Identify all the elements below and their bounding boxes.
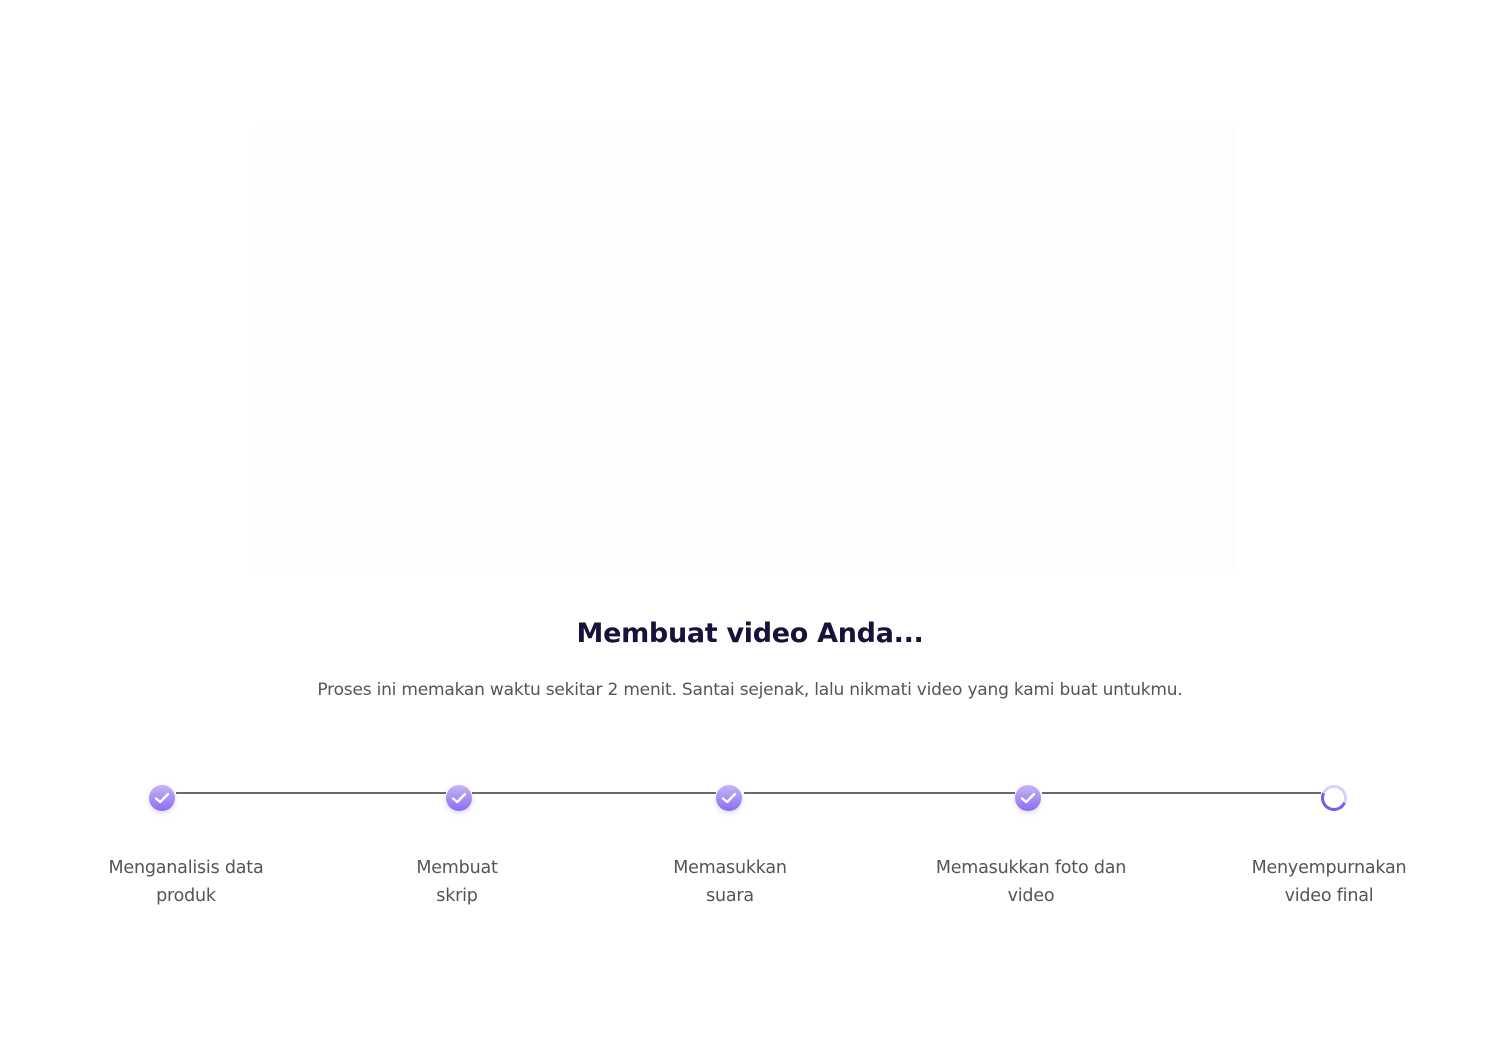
step-4-label: Memasukkan foto dan video bbox=[935, 858, 1127, 906]
step-5-loading-spinner-icon bbox=[1321, 785, 1347, 811]
step-connector bbox=[1042, 792, 1321, 794]
step-2-label: Membuat skrip bbox=[416, 858, 498, 906]
step-connector bbox=[744, 792, 1015, 794]
step-3-label: Memasukkan suara bbox=[673, 858, 787, 906]
step-5-label: Menyempurnakan video final bbox=[1251, 858, 1407, 906]
step-3-check-icon bbox=[716, 785, 742, 811]
video-generation-page: Membuat video Anda... Proses ini memakan… bbox=[0, 0, 1500, 1037]
page-title: Membuat video Anda... bbox=[576, 618, 924, 649]
step-2-check-icon bbox=[446, 785, 472, 811]
step-connector bbox=[472, 792, 716, 794]
video-preview-placeholder bbox=[255, 126, 1235, 576]
step-connector bbox=[176, 792, 446, 794]
step-4-check-icon bbox=[1015, 785, 1041, 811]
progress-steps: Menganalisis data produk Membuat skrip Mem… bbox=[0, 780, 1500, 920]
page-subtitle: Proses ini memakan waktu sekitar 2 menit… bbox=[317, 680, 1183, 700]
step-1-check-icon bbox=[149, 785, 175, 811]
step-1-label: Menganalisis data produk bbox=[108, 858, 264, 906]
